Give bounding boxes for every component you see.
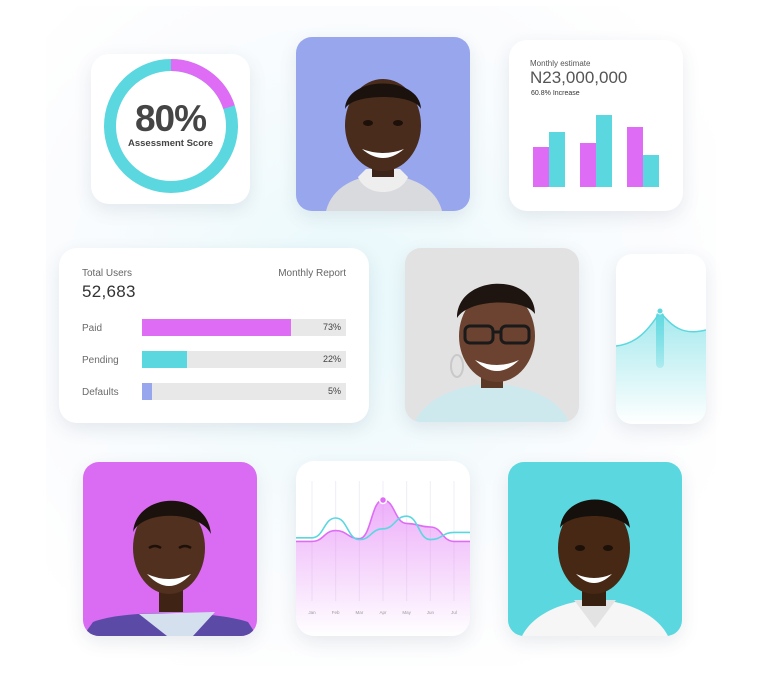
avatar-man-teal bbox=[508, 462, 682, 636]
wave-x-tick: Apr bbox=[379, 610, 387, 615]
sparkline-marker bbox=[656, 307, 664, 315]
wave-x-tick: Jun bbox=[427, 610, 435, 615]
total-users-label: Total Users bbox=[82, 268, 133, 279]
estimate-bar-chart bbox=[533, 115, 659, 187]
total-users-card: Total Users Monthly Report 52,683 Paid 7… bbox=[59, 248, 369, 423]
bar-purple-1 bbox=[533, 147, 549, 187]
sparkline-chart bbox=[616, 307, 706, 424]
sparkline-card bbox=[616, 254, 706, 424]
progress-track-pending: 22% bbox=[142, 351, 346, 368]
progress-percent-pending: 22% bbox=[322, 354, 341, 364]
progress-track-defaults: 5% bbox=[142, 383, 346, 400]
wave-line-chart: Jan Feb Mar Apr May Jun Jul bbox=[296, 481, 470, 636]
row-label-pending: Pending bbox=[82, 355, 119, 366]
progress-fill-defaults bbox=[142, 383, 153, 400]
progress-percent-defaults: 5% bbox=[327, 386, 341, 396]
wave-x-tick: Mar bbox=[355, 610, 363, 615]
progress-percent-paid: 73% bbox=[322, 322, 341, 332]
bar-teal-2 bbox=[596, 115, 612, 187]
wave-x-tick: May bbox=[402, 610, 411, 615]
avatar-woman-purple bbox=[83, 462, 257, 636]
assessment-score-card: 80% Assessment Score bbox=[91, 54, 250, 204]
wave-x-tick: Jan bbox=[308, 610, 316, 615]
avatar-man-hoodie bbox=[296, 37, 470, 211]
bar-teal-1 bbox=[549, 132, 565, 187]
monthly-report-link[interactable]: Monthly Report bbox=[278, 268, 346, 279]
row-label-paid: Paid bbox=[82, 323, 103, 334]
row-label-defaults: Defaults bbox=[82, 387, 119, 398]
progress-fill-pending bbox=[142, 351, 187, 368]
monthly-estimate-card: Monthly estimate N23,000,000 60.8% Incre… bbox=[509, 40, 683, 211]
avatar-woman-glasses bbox=[405, 248, 579, 422]
total-users-value: 52,683 bbox=[82, 282, 136, 301]
bar-teal-3 bbox=[643, 155, 659, 187]
score-value: 80% bbox=[134, 98, 207, 139]
sparkline-stem bbox=[656, 312, 664, 368]
wave-x-tick: Jul bbox=[451, 610, 457, 615]
bar-purple-2 bbox=[580, 143, 596, 187]
progress-fill-paid bbox=[142, 319, 291, 336]
score-label: Assessment Score bbox=[127, 138, 214, 149]
bar-purple-3 bbox=[627, 127, 643, 187]
wave-line-chart-card: Jan Feb Mar Apr May Jun Jul bbox=[296, 461, 470, 636]
wave-peak-marker bbox=[378, 495, 388, 505]
wave-area-purple bbox=[296, 500, 470, 636]
progress-track-paid: 73% bbox=[142, 319, 346, 336]
wave-x-tick: Feb bbox=[332, 610, 340, 615]
